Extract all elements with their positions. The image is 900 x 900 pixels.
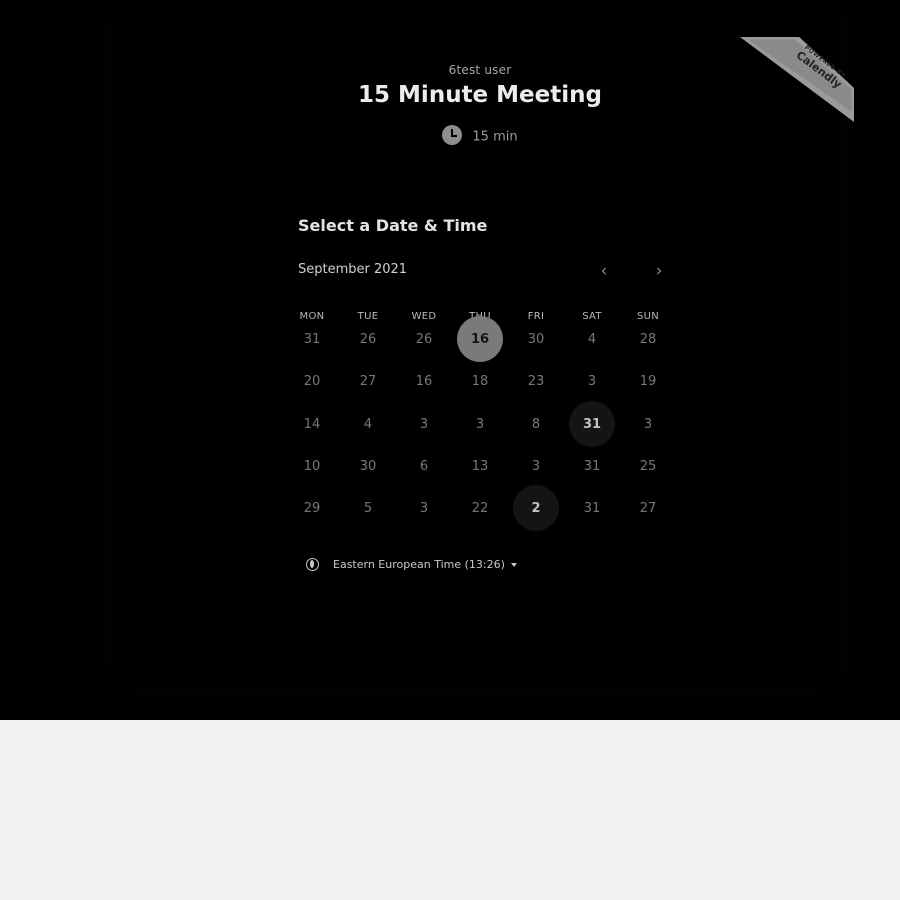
calendar-day: 3	[643, 417, 653, 432]
calendar-day: 29	[303, 501, 321, 516]
calendar-day: 5	[363, 501, 373, 516]
calendar-day: 30	[527, 332, 545, 347]
calendar-day: 3	[531, 459, 541, 474]
calendar-day: 13	[471, 459, 489, 474]
calendar-day: 31	[583, 501, 601, 516]
calendar-day: 18	[471, 374, 489, 389]
calendar-day: 25	[639, 459, 657, 474]
calendar-day: 3	[475, 417, 485, 432]
calendar-day: 28	[639, 332, 657, 347]
calendar-week: 14 4 3 3 8 31 3	[284, 401, 676, 447]
calendar-day: 14	[303, 417, 321, 432]
calendar-day: 4	[363, 417, 373, 432]
calendar-day: 3	[587, 374, 597, 389]
calendar-day: 26	[415, 332, 433, 347]
timezone-selector[interactable]: Eastern European Time (13:26)	[306, 557, 517, 572]
calendar-day: 26	[359, 332, 377, 347]
powered-by-calendly-badge[interactable]: POWERED BY Calendly	[740, 37, 854, 122]
calendar-week: 10 30 6 13 3 31 25	[284, 446, 676, 488]
clock-icon	[442, 125, 463, 145]
calendar-week: 20 27 16 18 23 3 19	[284, 361, 676, 403]
calendar-day: 20	[303, 374, 321, 389]
calendar-day: 27	[359, 374, 377, 389]
calendar-day: 16	[415, 374, 433, 389]
calendar-week: 29 5 3 22 2 31 27	[284, 485, 676, 531]
calendar-day: 4	[587, 332, 597, 347]
calendar-day-available[interactable]: 31	[564, 401, 620, 447]
calendar-day: 3	[419, 501, 429, 516]
next-month-button[interactable]: ›	[647, 259, 671, 283]
calendar-day: 31	[303, 332, 321, 347]
calendar-day: 22	[471, 501, 489, 516]
calendar-day: 3	[419, 417, 429, 432]
calendar-day: 27	[639, 501, 657, 516]
caret-down-icon	[510, 563, 517, 567]
duration-label: 15 min	[472, 129, 518, 145]
calendar-day: 6	[419, 459, 429, 474]
calendar-day-selected[interactable]: 16	[452, 316, 508, 362]
previous-month-button[interactable]: ‹	[592, 259, 616, 283]
select-date-heading: Select a Date & Time	[298, 216, 488, 235]
calendar-day: 30	[359, 459, 377, 474]
globe-icon	[306, 557, 319, 571]
month-label: September 2021	[298, 262, 408, 277]
calendar-day: 19	[639, 374, 657, 389]
month-navigation: September 2021 ‹ ›	[298, 259, 671, 284]
chevron-right-icon: ›	[655, 261, 663, 281]
calendar-week: 31 26 26 16 30 4 28	[284, 316, 676, 362]
calendar-day: 31	[583, 459, 601, 474]
calendar-day: 8	[531, 417, 541, 432]
chevron-left-icon: ‹	[600, 261, 608, 281]
timezone-label: Eastern European Time (13:26)	[333, 558, 505, 571]
event-duration: 15 min	[0, 125, 900, 147]
calendar-day: 23	[527, 374, 545, 389]
calendar-day-available[interactable]: 2	[508, 485, 564, 531]
calendar-day: 10	[303, 459, 321, 474]
